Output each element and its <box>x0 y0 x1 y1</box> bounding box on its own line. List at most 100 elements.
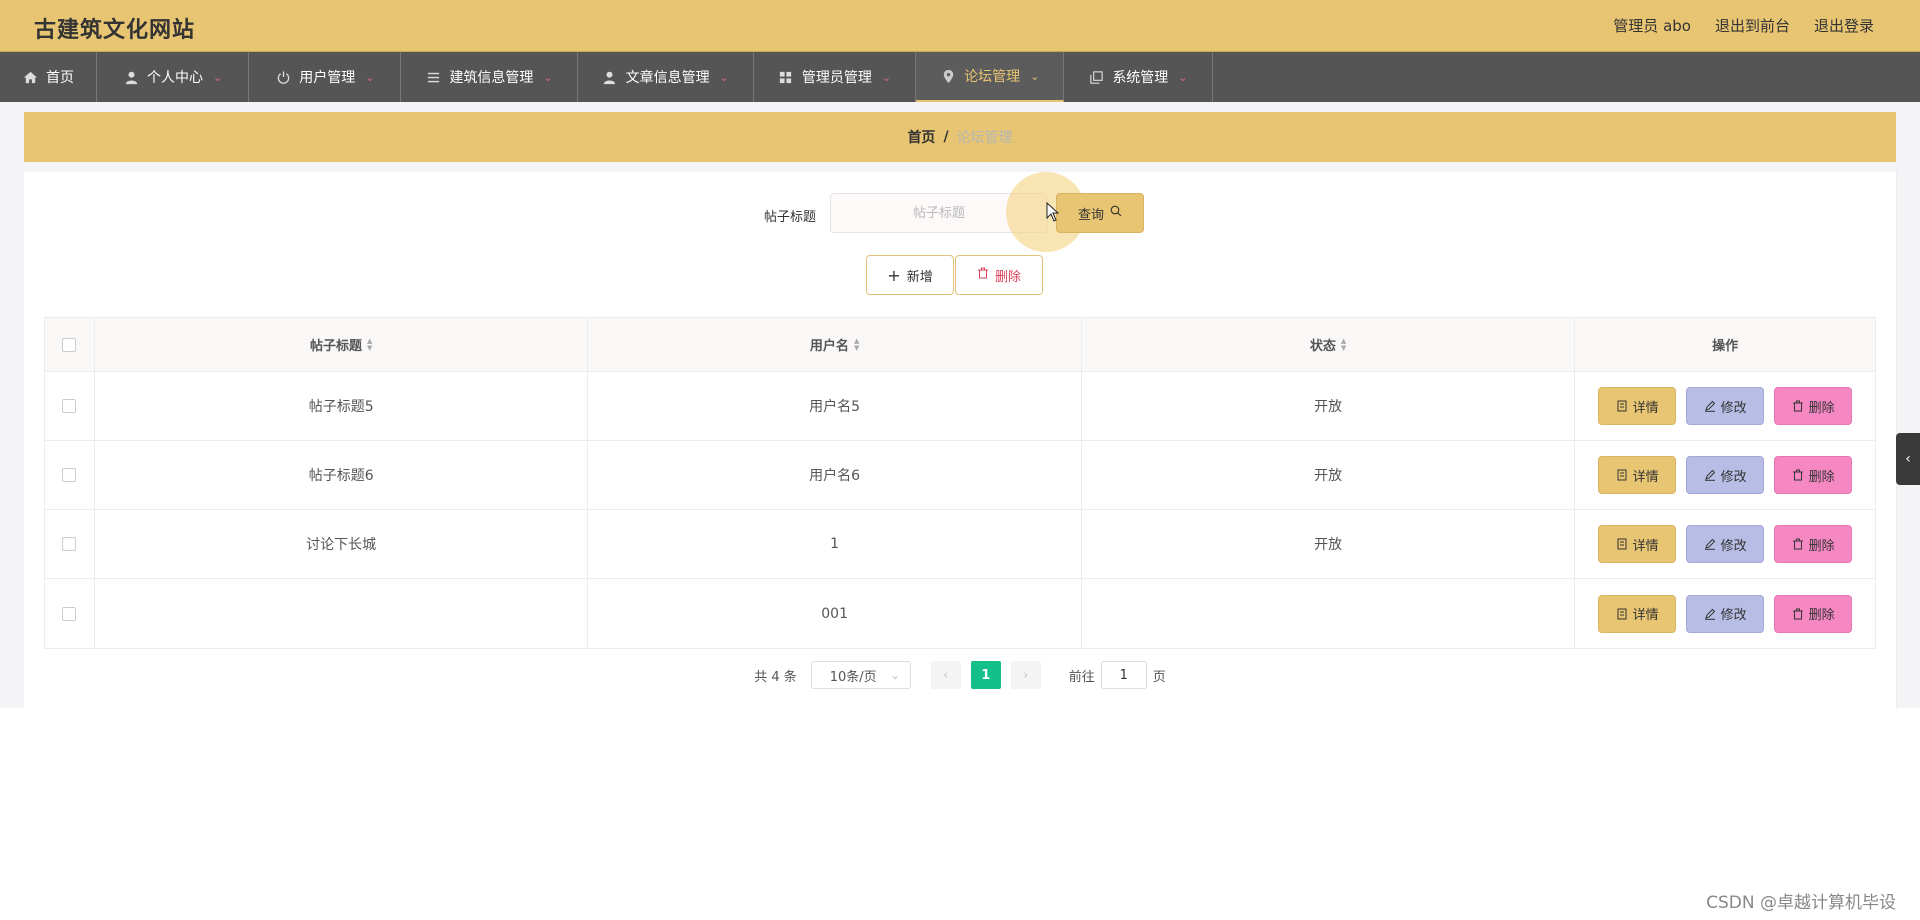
cell-username: 用户名6 <box>588 441 1082 509</box>
location-icon <box>940 68 956 84</box>
header-title[interactable]: 帖子标题 ▲ ▼ <box>95 318 589 371</box>
admin-label: 管理员 abo <box>1613 17 1691 35</box>
search-button-label: 查询 <box>1077 207 1104 223</box>
breadcrumb: 首页 / 论坛管理 <box>24 112 1896 162</box>
header-username[interactable]: 用户名 ▲ ▼ <box>588 318 1082 371</box>
table-header-row: 帖子标题 ▲ ▼ 用户名 ▲ ▼ 状态 ▲ ▼ 操作 <box>45 318 1875 372</box>
row-checkbox[interactable] <box>62 537 77 551</box>
edit-label: 修改 <box>1720 469 1747 485</box>
edit-button[interactable]: 修改 <box>1686 594 1765 633</box>
row-checkbox-cell <box>45 579 95 648</box>
detail-button[interactable]: 详情 <box>1598 594 1677 633</box>
page-suffix: 页 <box>1152 669 1166 685</box>
cell-operations: 详情 修改 删除 <box>1575 579 1875 648</box>
header-operations: 操作 <box>1575 318 1875 371</box>
mouse-cursor-icon <box>1046 202 1060 222</box>
delete-label: 删除 <box>1808 608 1835 623</box>
nav-item-system-management[interactable]: 系统管理 ⌄ <box>1064 52 1213 102</box>
nav-label: 管理员管理 <box>801 70 872 86</box>
chevron-left-icon: ‹ <box>943 667 949 683</box>
next-page-button[interactable]: › <box>1010 661 1041 689</box>
chevron-down-icon: ⌄ <box>890 668 900 682</box>
delete-label: 删除 <box>1808 469 1835 485</box>
page-size-select[interactable]: 10条/页 ⌄ <box>810 661 911 689</box>
trash-icon <box>1792 400 1803 412</box>
header-label: 帖子标题 <box>309 339 362 354</box>
edit-label: 修改 <box>1720 538 1747 554</box>
chevron-down-icon: ⌄ <box>1030 69 1040 83</box>
nav-item-personal-center[interactable]: 个人中心 ⌄ <box>97 52 250 102</box>
chevron-down-icon: ⌄ <box>213 70 223 84</box>
detail-label: 详情 <box>1632 538 1659 554</box>
detail-button[interactable]: 详情 <box>1598 525 1677 563</box>
logout-link[interactable]: 退出登录 <box>1814 15 1874 36</box>
main-panel: 帖子标题 查询 + 新增 删除 帖子标题 ▲▼ 用户名 ▲▼ 状态 ▲▼ <box>24 172 1896 708</box>
edit-button[interactable]: 修改 <box>1686 456 1765 494</box>
delete-button[interactable]: 删除 <box>1774 525 1853 563</box>
nav-item-article-info[interactable]: 文章信息管理 ⌄ <box>578 52 754 102</box>
nav-label: 系统管理 <box>1112 70 1169 86</box>
add-button[interactable]: + 新增 <box>866 255 954 295</box>
document-icon <box>1617 400 1627 412</box>
site-title: 古建筑文化网站 <box>34 18 196 43</box>
nav-item-admin-management[interactable]: 管理员管理 ⌄ <box>754 52 917 102</box>
chevron-right-icon: › <box>1023 667 1029 683</box>
document-icon <box>1617 538 1627 550</box>
document-icon <box>1617 469 1627 481</box>
nav-item-building-info[interactable]: 建筑信息管理 ⌄ <box>401 52 578 102</box>
row-checkbox[interactable] <box>62 468 77 482</box>
detail-button[interactable]: 详情 <box>1598 387 1677 425</box>
edit-button[interactable]: 修改 <box>1686 525 1765 563</box>
exit-to-front-link[interactable]: 退出到前台 <box>1715 15 1790 36</box>
breadcrumb-home[interactable]: 首页 <box>907 127 935 147</box>
add-button-label: 新增 <box>906 269 933 285</box>
user-icon <box>602 69 618 85</box>
row-checkbox-cell <box>45 510 95 578</box>
delete-button[interactable]: 删除 <box>1774 594 1853 633</box>
delete-button[interactable]: 删除 <box>1774 456 1853 494</box>
search-button[interactable]: 查询 <box>1056 193 1144 233</box>
row-checkbox[interactable] <box>62 606 77 621</box>
row-checkbox[interactable] <box>62 399 77 413</box>
copy-icon <box>1088 69 1104 85</box>
breadcrumb-current: 论坛管理 <box>956 130 1013 146</box>
prev-page-button[interactable]: ‹ <box>930 661 961 689</box>
nav-item-home[interactable]: 首页 <box>0 52 97 102</box>
search-icon <box>1110 205 1122 221</box>
detail-label: 详情 <box>1632 400 1659 416</box>
cell-status: 开放 <box>1082 510 1576 578</box>
detail-button[interactable]: 详情 <box>1598 456 1677 494</box>
page-number-button[interactable]: 1 <box>970 661 1001 689</box>
cell-status: 开放 <box>1082 441 1576 509</box>
side-collapse-button[interactable]: ‹ <box>1896 433 1920 485</box>
header-checkbox-cell <box>45 318 95 371</box>
nav-item-forum-management[interactable]: 论坛管理 ⌄ <box>916 52 1065 102</box>
chevron-down-icon: ⌄ <box>543 70 553 84</box>
chevron-down-icon: ⌄ <box>1178 70 1188 84</box>
cell-username: 1 <box>588 510 1082 578</box>
power-icon <box>275 69 291 85</box>
nav-label: 论坛管理 <box>964 69 1021 85</box>
edit-icon <box>1704 538 1715 550</box>
watermark: CSDN @卓越计算机毕设 <box>1706 893 1896 913</box>
edit-button[interactable]: 修改 <box>1686 387 1765 425</box>
table-row: 帖子标题5 用户名5 开放 详情 修改 删除 <box>45 372 1875 441</box>
header-status[interactable]: 状态 ▲ ▼ <box>1082 318 1576 371</box>
goto-page-input[interactable] <box>1100 661 1147 689</box>
delete-button[interactable]: 删除 <box>1774 387 1853 425</box>
sort-icon: ▲ ▼ <box>1340 336 1347 352</box>
cell-username: 001 <box>588 579 1082 648</box>
select-all-checkbox[interactable] <box>62 337 77 352</box>
nav-label: 首页 <box>46 70 74 86</box>
chevron-left-icon: ‹ <box>1905 451 1911 467</box>
pagination: 共 4 条 10条/页 ⌄ ‹ 1 › 前往 页 <box>24 660 1896 690</box>
cell-title: 帖子标题5 <box>95 372 589 440</box>
page-bottom-area <box>0 708 1920 920</box>
batch-delete-button[interactable]: 删除 <box>955 255 1043 295</box>
cell-title <box>95 579 589 648</box>
header-actions: 管理员 abo 退出到前台 退出登录 <box>1613 15 1874 36</box>
chevron-down-icon: ⌄ <box>719 70 729 84</box>
goto-label: 前往 <box>1068 669 1095 685</box>
home-icon <box>22 69 38 85</box>
nav-item-user-management[interactable]: 用户管理 ⌄ <box>249 52 402 102</box>
